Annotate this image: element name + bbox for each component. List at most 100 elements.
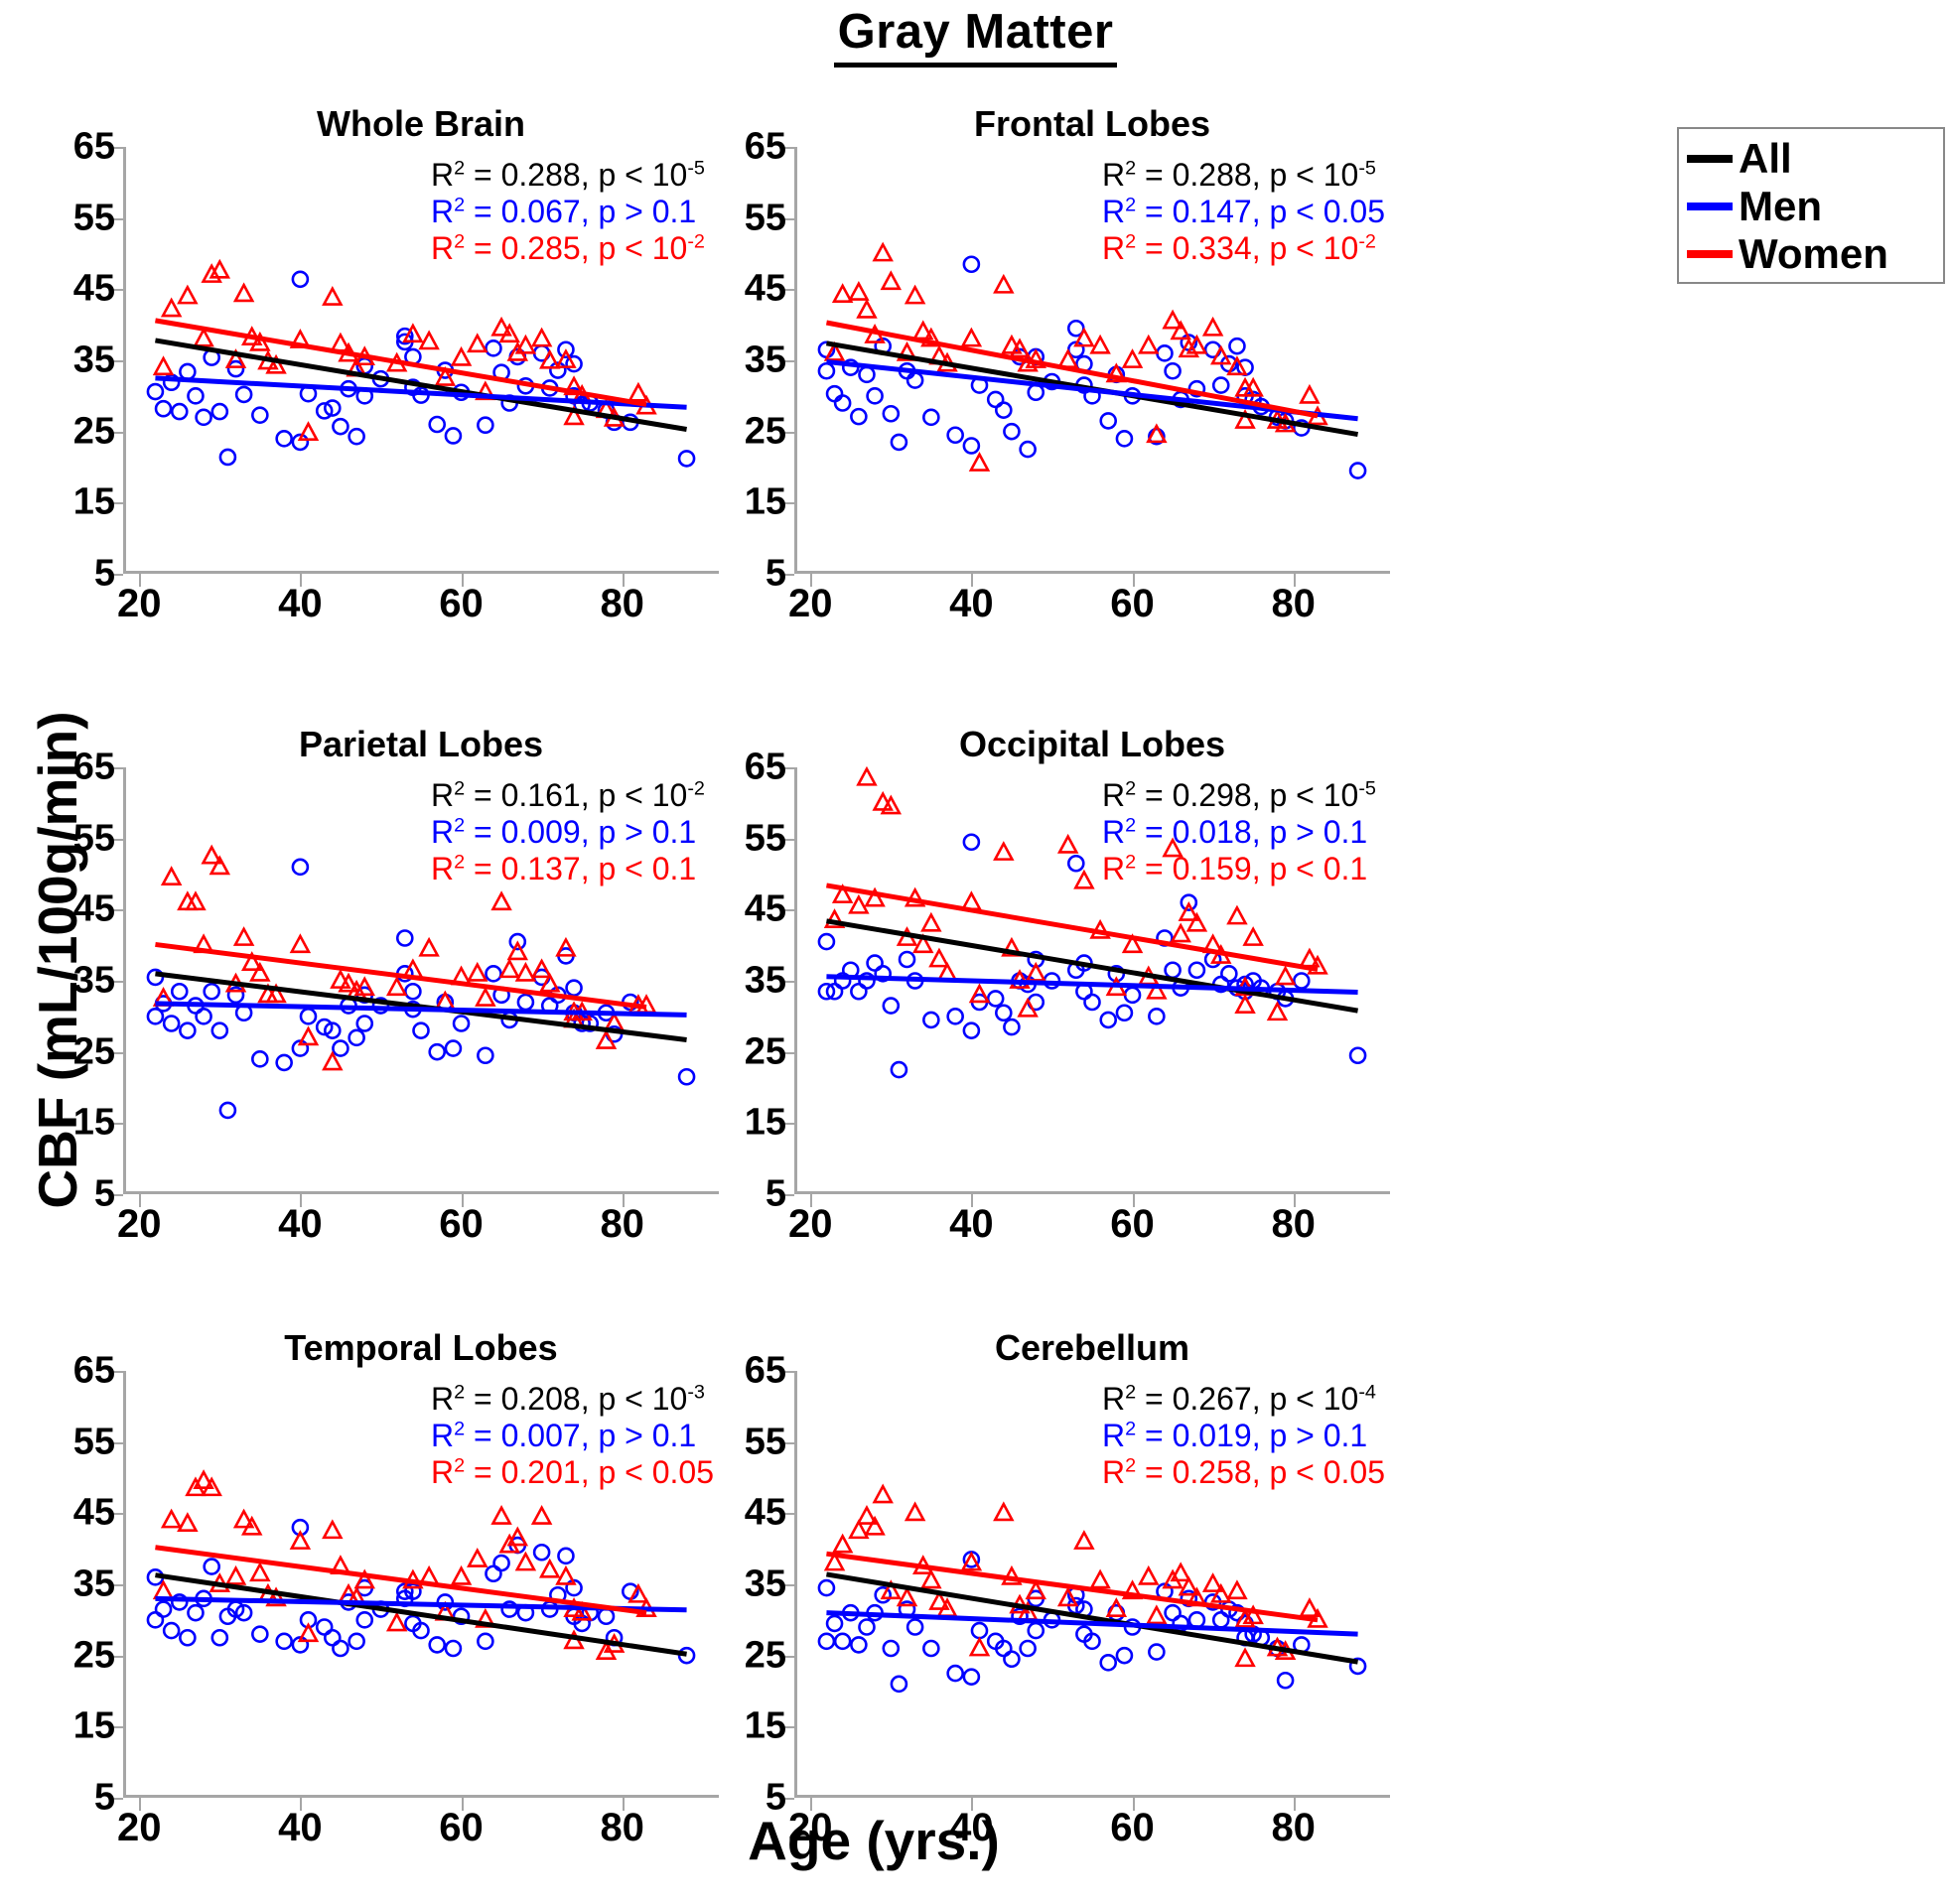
y-tick-label: 65 xyxy=(72,746,115,788)
y-tick-label: 15 xyxy=(744,1101,786,1144)
data-point-triangle xyxy=(555,1564,577,1585)
data-point-circle xyxy=(833,1632,852,1651)
x-tick-label: 60 xyxy=(1110,582,1155,625)
data-point-triangle xyxy=(880,270,903,291)
data-point-circle xyxy=(1099,1654,1118,1672)
data-point-triangle xyxy=(450,1564,473,1585)
data-point-circle xyxy=(203,1558,220,1575)
data-point-circle xyxy=(146,382,165,401)
data-point-triangle xyxy=(848,280,870,301)
y-tick-label: 25 xyxy=(72,1030,115,1073)
data-point-circle xyxy=(485,340,502,357)
data-point-triangle xyxy=(960,327,983,347)
data-point-circle xyxy=(251,406,269,424)
data-point-triangle xyxy=(467,333,488,353)
data-point-triangle xyxy=(920,911,942,932)
data-point-circle xyxy=(203,982,220,1001)
data-point-triangle xyxy=(490,1504,512,1525)
data-point-circle xyxy=(970,1621,989,1640)
panel-title: Parietal Lobes xyxy=(298,724,544,764)
data-point-circle xyxy=(218,1101,237,1120)
data-point-circle xyxy=(154,1600,173,1618)
legend-item-all[interactable]: All xyxy=(1687,135,1943,183)
data-point-circle xyxy=(1066,854,1085,873)
stats-line-all: R2 = 0.288, p < 10-5 xyxy=(1102,157,1376,193)
data-point-circle xyxy=(332,1639,349,1658)
data-point-circle xyxy=(995,401,1013,419)
legend-item-women[interactable]: Women xyxy=(1687,230,1943,278)
legend-label: Men xyxy=(1739,183,1822,229)
data-point-circle xyxy=(946,1664,964,1683)
data-point-circle xyxy=(251,1050,269,1068)
data-point-circle xyxy=(962,437,981,455)
data-point-triangle xyxy=(467,961,488,982)
data-point-triangle xyxy=(177,284,199,305)
y-tick-label: 55 xyxy=(72,817,115,860)
panel-whole-brain: Whole Brain 5 15 25 35 45 55 65 20 40 60 80 R2 = 0.2… xyxy=(73,103,719,625)
data-point-circle xyxy=(1148,1643,1166,1661)
data-point-circle xyxy=(1276,1671,1295,1690)
data-point-circle xyxy=(452,1015,471,1032)
x-tick-label: 80 xyxy=(600,1202,644,1246)
data-point-circle xyxy=(485,965,502,983)
y-tick-label: 45 xyxy=(72,887,115,930)
data-point-circle xyxy=(1019,1639,1037,1658)
panel-title: Frontal Lobes xyxy=(973,103,1210,144)
x-tick-label: 20 xyxy=(116,1806,162,1849)
data-point-circle xyxy=(315,1618,334,1636)
data-point-circle xyxy=(291,270,310,289)
data-point-circle xyxy=(962,1021,981,1039)
y-tick-label: 45 xyxy=(744,267,786,310)
stats-line-all: R2 = 0.267, p < 10-4 xyxy=(1102,1381,1376,1417)
figure-title-text: Gray Matter xyxy=(833,4,1118,68)
data-point-circle xyxy=(677,1067,696,1086)
data-point-triangle xyxy=(1089,1568,1111,1589)
data-point-triangle xyxy=(904,1501,926,1522)
y-tick-label: 15 xyxy=(72,1704,115,1747)
data-point-triangle xyxy=(249,961,271,982)
data-point-circle xyxy=(946,426,964,445)
data-point-circle xyxy=(1083,993,1101,1012)
data-point-triangle xyxy=(627,381,649,402)
data-point-circle xyxy=(210,402,229,421)
data-point-circle xyxy=(1348,1046,1367,1065)
data-point-triangle xyxy=(490,890,512,911)
stats-line-women: R2 = 0.159, p < 0.1 xyxy=(1102,851,1368,887)
data-point-circle xyxy=(995,1004,1013,1022)
data-point-circle xyxy=(1348,462,1367,479)
data-point-triangle xyxy=(467,1547,488,1567)
stats-annotation: R2 = 0.288, p < 10-5 R2 = 0.147, p < 0.05… xyxy=(1102,157,1385,267)
data-point-circle xyxy=(251,1625,269,1643)
data-point-circle xyxy=(348,1028,365,1047)
data-point-triangle xyxy=(993,1501,1015,1522)
stats-line-men: R2 = 0.007, p > 0.1 xyxy=(431,1418,697,1454)
panel-title: Occipital Lobes xyxy=(958,724,1226,764)
figure-title: Gray Matter xyxy=(0,4,1951,68)
data-point-triangle xyxy=(1170,1562,1191,1582)
y-tick-label: 35 xyxy=(72,959,115,1002)
data-point-triangle xyxy=(1274,965,1297,986)
data-point-circle xyxy=(355,1015,374,1032)
data-point-circle xyxy=(1164,961,1182,980)
x-tick-label: 60 xyxy=(439,1806,484,1849)
data-point-circle xyxy=(817,361,836,380)
y-tick-label: 55 xyxy=(744,1421,786,1463)
data-point-triangle xyxy=(1170,320,1191,340)
data-point-triangle xyxy=(1170,922,1191,943)
data-point-circle xyxy=(1099,1011,1118,1029)
data-point-triangle xyxy=(289,933,312,954)
data-point-triangle xyxy=(1025,961,1046,982)
data-point-circle xyxy=(170,982,189,1001)
data-point-circle xyxy=(404,982,422,1001)
data-point-circle xyxy=(1187,961,1206,980)
legend-item-men[interactable]: Men xyxy=(1687,183,1943,230)
x-tick-label: 20 xyxy=(787,1806,833,1849)
data-point-triangle xyxy=(498,958,520,979)
data-point-circle xyxy=(882,1639,901,1658)
data-point-circle xyxy=(179,1021,197,1039)
data-point-circle xyxy=(226,359,245,378)
data-point-circle xyxy=(825,384,844,403)
y-tick-label: 5 xyxy=(765,552,786,595)
data-point-circle xyxy=(1027,1621,1045,1640)
legend-label: Women xyxy=(1739,230,1888,277)
